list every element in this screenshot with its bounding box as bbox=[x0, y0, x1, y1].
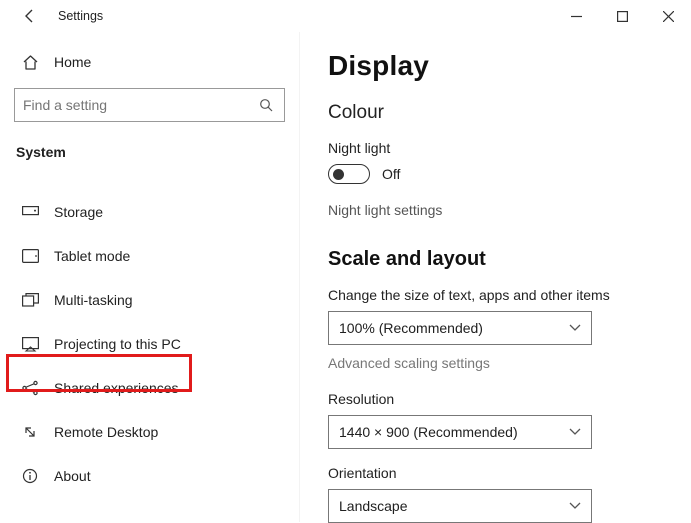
sidebar-item-about[interactable]: About bbox=[14, 454, 285, 498]
night-light-toggle[interactable] bbox=[328, 164, 370, 184]
night-light-settings-link[interactable]: Night light settings bbox=[328, 202, 691, 218]
scale-select[interactable]: 100% (Recommended) bbox=[328, 311, 592, 345]
orientation-label: Orientation bbox=[328, 465, 691, 481]
sidebar-item-label: Storage bbox=[54, 204, 103, 220]
sidebar-item-tablet-mode[interactable]: Tablet mode bbox=[14, 234, 285, 278]
close-icon bbox=[663, 11, 674, 22]
sidebar-item-label: Projecting to this PC bbox=[54, 336, 181, 352]
orientation-select[interactable]: Landscape bbox=[328, 489, 592, 523]
sidebar-item-projecting[interactable]: Projecting to this PC bbox=[14, 322, 285, 366]
colour-heading: Colour bbox=[328, 102, 691, 124]
sidebar-item-storage[interactable]: Storage bbox=[14, 190, 285, 234]
home-nav[interactable]: Home bbox=[14, 42, 285, 82]
scale-layout-heading: Scale and layout bbox=[328, 248, 691, 271]
toggle-knob bbox=[333, 169, 344, 180]
sidebar-item-multitasking[interactable]: Multi-tasking bbox=[14, 278, 285, 322]
resolution-value: 1440 × 900 (Recommended) bbox=[339, 424, 518, 440]
about-icon bbox=[20, 466, 40, 486]
tablet-icon bbox=[20, 246, 40, 266]
sidebar-section-header: System bbox=[16, 144, 285, 160]
maximize-button[interactable] bbox=[599, 0, 645, 32]
chevron-down-icon bbox=[569, 428, 581, 436]
multitasking-icon bbox=[20, 290, 40, 310]
minimize-button[interactable] bbox=[553, 0, 599, 32]
sidebar-item-label: Shared experiences bbox=[54, 380, 179, 396]
chevron-down-icon bbox=[569, 324, 581, 332]
remote-desktop-icon bbox=[20, 422, 40, 442]
night-light-state: Off bbox=[382, 166, 400, 182]
shared-icon bbox=[20, 378, 40, 398]
sidebar-item-shared-experiences[interactable]: Shared experiences bbox=[14, 366, 285, 410]
scale-text-label: Change the size of text, apps and other … bbox=[328, 287, 691, 303]
window-title: Settings bbox=[58, 9, 103, 23]
home-icon bbox=[20, 52, 40, 72]
close-button[interactable] bbox=[645, 0, 691, 32]
night-light-label: Night light bbox=[328, 140, 691, 156]
search-input[interactable] bbox=[23, 97, 248, 113]
back-button[interactable] bbox=[18, 4, 42, 28]
projecting-icon bbox=[20, 334, 40, 354]
minimize-icon bbox=[571, 11, 582, 22]
home-label: Home bbox=[54, 54, 91, 70]
resolution-label: Resolution bbox=[328, 391, 691, 407]
storage-icon bbox=[20, 202, 40, 222]
scale-value: 100% (Recommended) bbox=[339, 320, 483, 336]
sidebar-item-label: Tablet mode bbox=[54, 248, 130, 264]
arrow-left-icon bbox=[22, 8, 38, 24]
search-box[interactable] bbox=[14, 88, 285, 122]
maximize-icon bbox=[617, 11, 628, 22]
search-icon bbox=[256, 95, 276, 115]
resolution-select[interactable]: 1440 × 900 (Recommended) bbox=[328, 415, 592, 449]
sidebar-item-label: About bbox=[54, 468, 91, 484]
orientation-value: Landscape bbox=[339, 498, 408, 514]
sidebar-item-label: Multi-tasking bbox=[54, 292, 133, 308]
chevron-down-icon bbox=[569, 502, 581, 510]
sidebar-item-remote-desktop[interactable]: Remote Desktop bbox=[14, 410, 285, 454]
page-title: Display bbox=[328, 50, 691, 82]
advanced-scaling-link[interactable]: Advanced scaling settings bbox=[328, 355, 691, 371]
sidebar-item-label: Remote Desktop bbox=[54, 424, 158, 440]
